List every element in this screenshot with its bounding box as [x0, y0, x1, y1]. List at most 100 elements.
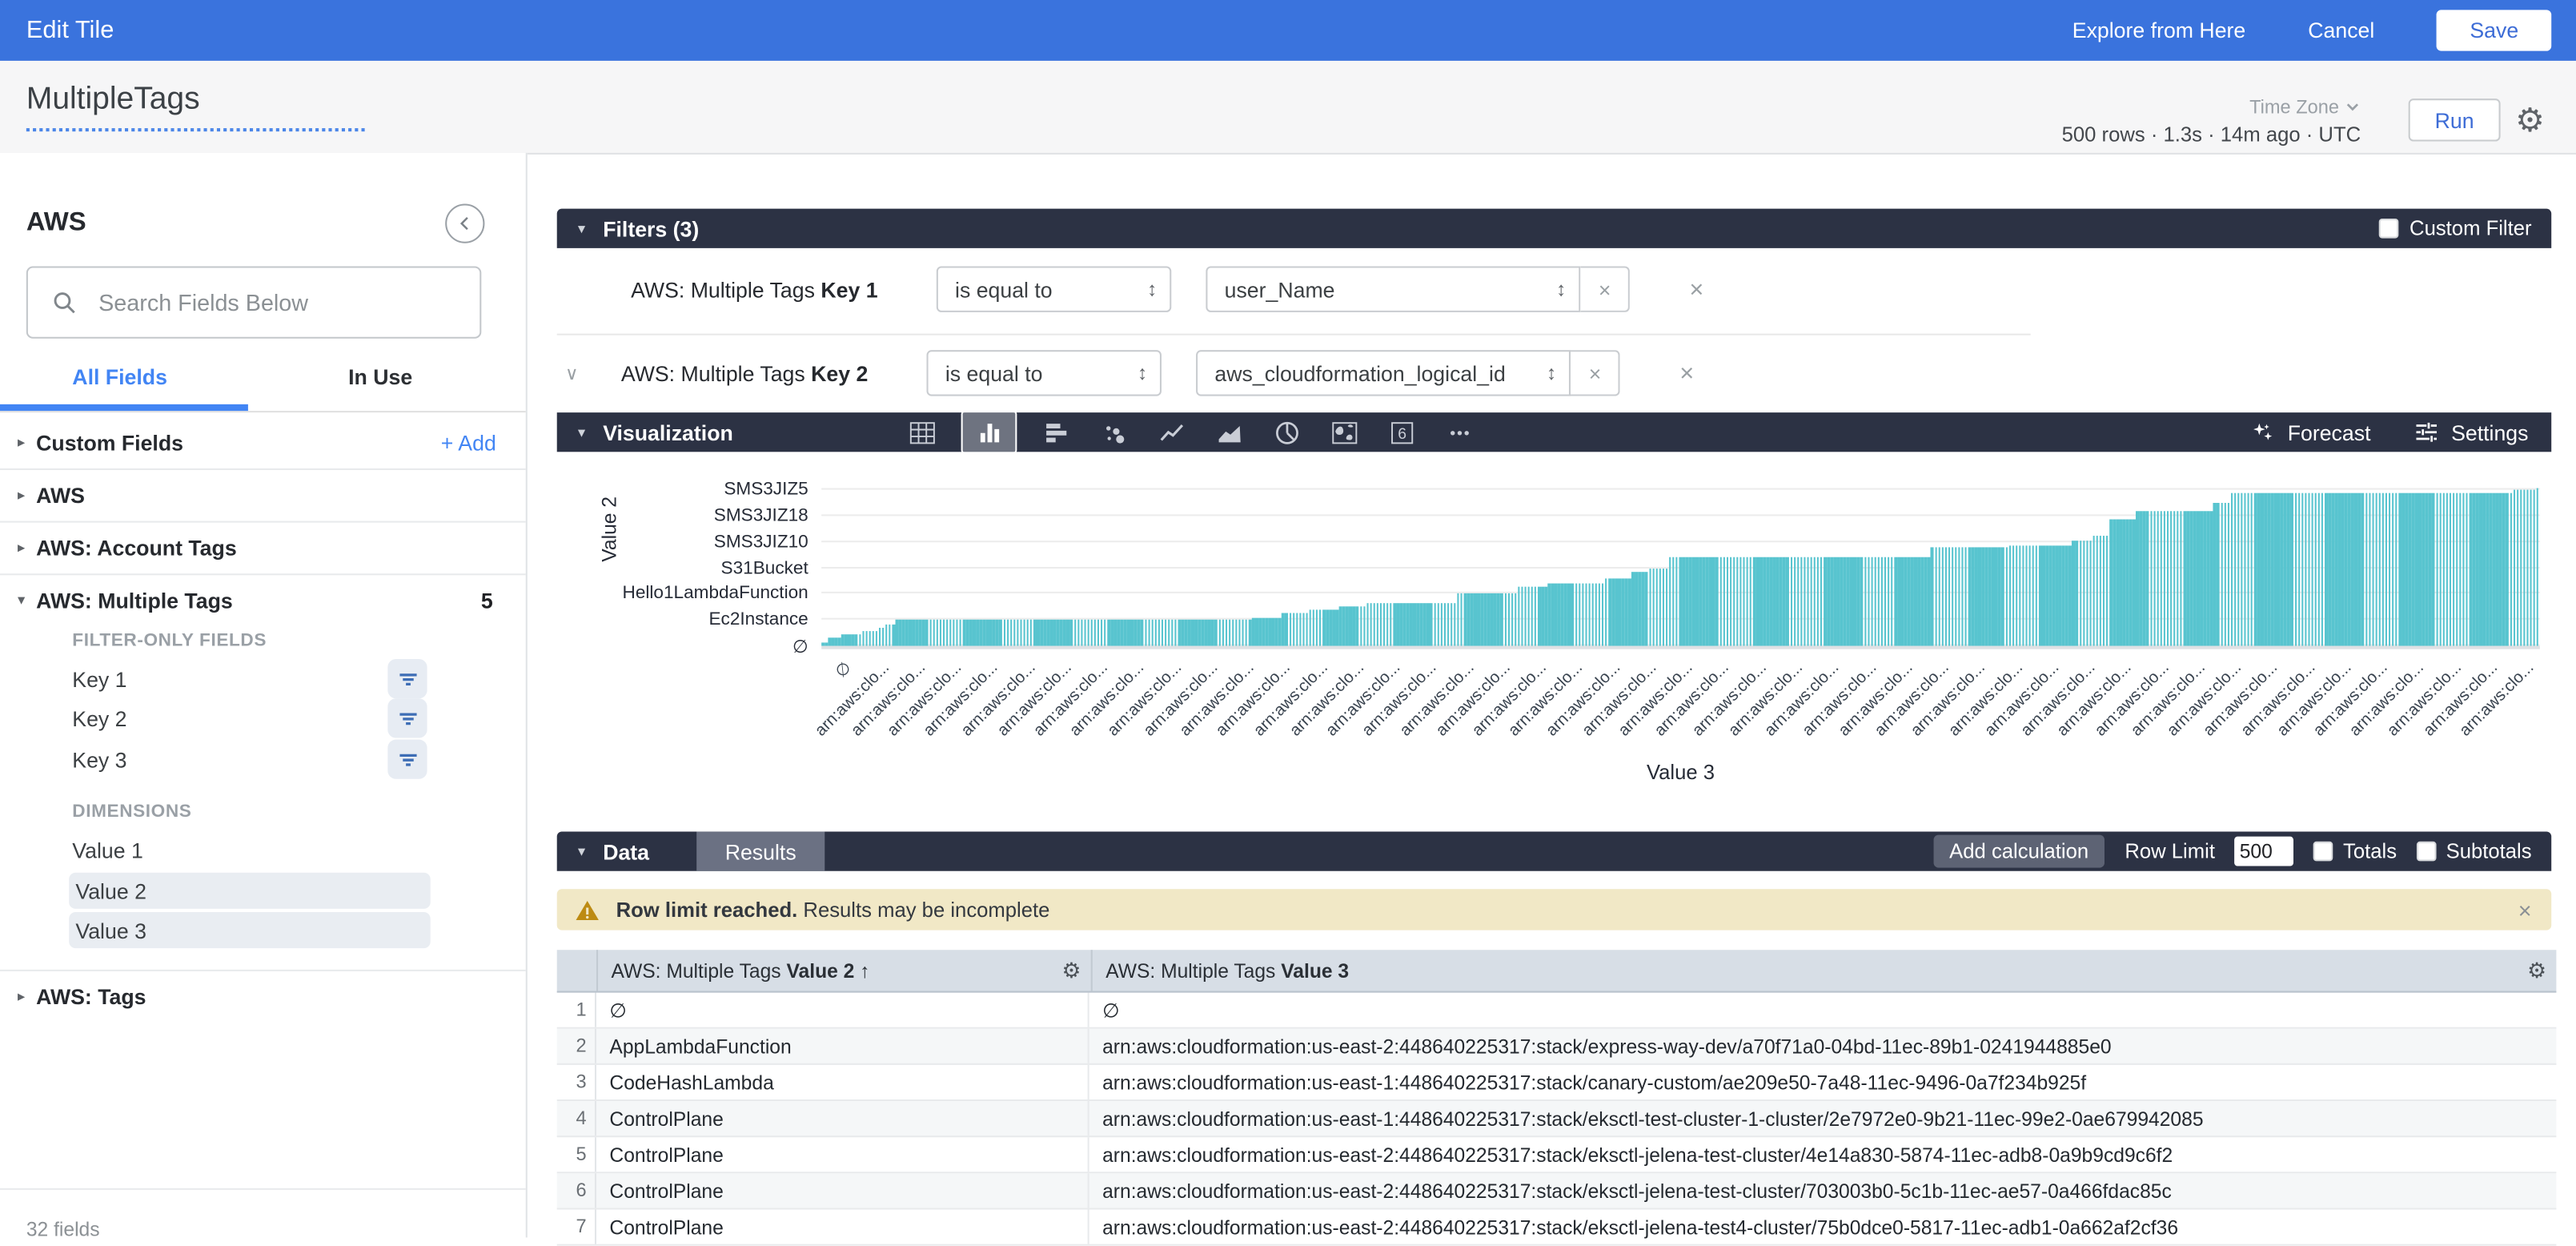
bar[interactable]	[1306, 613, 1308, 646]
sidebar-item-aws-multiple-tags[interactable]: ▾ AWS: Multiple Tags 5	[0, 573, 526, 626]
bar[interactable]	[1161, 620, 1163, 645]
bar[interactable]	[2291, 492, 2293, 645]
bar[interactable]	[2230, 492, 2233, 645]
bar[interactable]	[1995, 547, 1997, 645]
bar[interactable]	[2106, 536, 2109, 646]
add-calculation-button[interactable]: Add calculation	[1933, 835, 2105, 868]
bar[interactable]	[875, 632, 877, 646]
bar[interactable]	[1582, 584, 1584, 646]
bar[interactable]	[841, 634, 844, 646]
visualization-section-header[interactable]: ▾ Visualization	[557, 412, 2551, 452]
bar[interactable]	[2311, 492, 2313, 645]
bar[interactable]	[1527, 588, 1530, 646]
bar[interactable]	[2372, 492, 2374, 645]
bar[interactable]	[1524, 588, 1527, 646]
collapse-caret-icon[interactable]: ▾	[567, 219, 596, 238]
bar[interactable]	[2482, 492, 2485, 645]
bar[interactable]	[2328, 492, 2330, 645]
bar[interactable]	[2284, 492, 2286, 645]
forecast-button[interactable]: Forecast	[2249, 419, 2370, 445]
bar[interactable]	[1403, 604, 1406, 646]
bar[interactable]	[2385, 492, 2388, 645]
collapse-caret-icon[interactable]: ▾	[6, 591, 36, 609]
bar[interactable]	[2133, 519, 2135, 646]
bar[interactable]	[1827, 557, 1829, 646]
bar[interactable]	[1208, 620, 1210, 645]
bar[interactable]	[1847, 557, 1849, 646]
bar[interactable]	[980, 620, 982, 645]
bar[interactable]	[1981, 547, 1984, 645]
bar[interactable]	[2456, 492, 2458, 645]
bar[interactable]	[1484, 593, 1487, 645]
bar[interactable]	[2008, 546, 2011, 646]
bar[interactable]	[1787, 557, 1789, 646]
bar[interactable]	[2140, 511, 2142, 646]
bar[interactable]	[2116, 519, 2118, 646]
bar[interactable]	[1632, 572, 1635, 645]
bar[interactable]	[2426, 492, 2428, 645]
bar[interactable]	[2244, 492, 2246, 645]
bar[interactable]	[2412, 492, 2414, 645]
bar[interactable]	[2019, 546, 2021, 646]
column-gear-icon[interactable]: ⚙	[1061, 960, 1081, 982]
bar[interactable]	[1430, 604, 1432, 646]
bar[interactable]	[1851, 557, 1853, 646]
bar[interactable]	[2254, 492, 2257, 645]
bar[interactable]	[865, 632, 868, 646]
bar[interactable]	[2305, 492, 2307, 645]
bar[interactable]	[2183, 511, 2185, 646]
single-value-chart-icon[interactable]: 6	[1384, 416, 1420, 448]
bar[interactable]	[1252, 617, 1254, 646]
bar[interactable]	[1487, 593, 1490, 645]
field-value-3-selected[interactable]: Value 3	[69, 912, 431, 948]
bar[interactable]	[1057, 620, 1059, 645]
bar[interactable]	[2419, 492, 2422, 645]
bar[interactable]	[1114, 620, 1117, 645]
bar[interactable]	[2022, 546, 2024, 646]
bar[interactable]	[2247, 492, 2249, 645]
bar[interactable]	[969, 620, 972, 645]
bar[interactable]	[2516, 490, 2518, 646]
bar[interactable]	[1289, 613, 1291, 646]
bar[interactable]	[1017, 620, 1019, 645]
bar[interactable]	[1093, 620, 1096, 645]
bar[interactable]	[1426, 604, 1429, 646]
bar[interactable]	[1396, 604, 1398, 646]
bar[interactable]	[1699, 557, 1702, 646]
bar[interactable]	[1110, 620, 1113, 645]
bar[interactable]	[2446, 492, 2448, 645]
bar[interactable]	[2166, 511, 2169, 646]
bar[interactable]	[2227, 503, 2229, 645]
bar[interactable]	[2048, 546, 2051, 646]
bar[interactable]	[1507, 593, 1510, 645]
bar[interactable]	[2241, 492, 2243, 645]
cancel-button[interactable]: Cancel	[2308, 18, 2374, 43]
bar[interactable]	[1712, 557, 1715, 646]
bar[interactable]	[1901, 557, 1904, 646]
bar[interactable]	[896, 620, 898, 645]
bar[interactable]	[1446, 604, 1449, 646]
bar[interactable]	[2089, 541, 2092, 645]
bar[interactable]	[1952, 547, 1954, 645]
bar[interactable]	[1591, 584, 1594, 646]
bar[interactable]	[1235, 620, 1238, 645]
bar[interactable]	[1417, 604, 1419, 646]
bar[interactable]	[1117, 620, 1120, 645]
bar[interactable]	[1286, 613, 1288, 646]
bar[interactable]	[1393, 604, 1395, 646]
bar[interactable]	[2389, 492, 2391, 645]
bar[interactable]	[2126, 519, 2129, 646]
bar[interactable]	[1544, 588, 1547, 646]
bar[interactable]	[1871, 557, 1873, 646]
bar[interactable]	[916, 620, 918, 645]
bar[interactable]	[2402, 492, 2405, 645]
bar[interactable]	[973, 620, 975, 645]
bar[interactable]	[1619, 578, 1621, 645]
bar[interactable]	[2378, 492, 2381, 645]
bar[interactable]	[1158, 620, 1160, 645]
bar[interactable]	[1134, 620, 1137, 645]
bar[interactable]	[838, 638, 841, 646]
bar[interactable]	[1067, 620, 1069, 645]
bar[interactable]	[2059, 546, 2061, 646]
bar[interactable]	[1518, 588, 1520, 646]
